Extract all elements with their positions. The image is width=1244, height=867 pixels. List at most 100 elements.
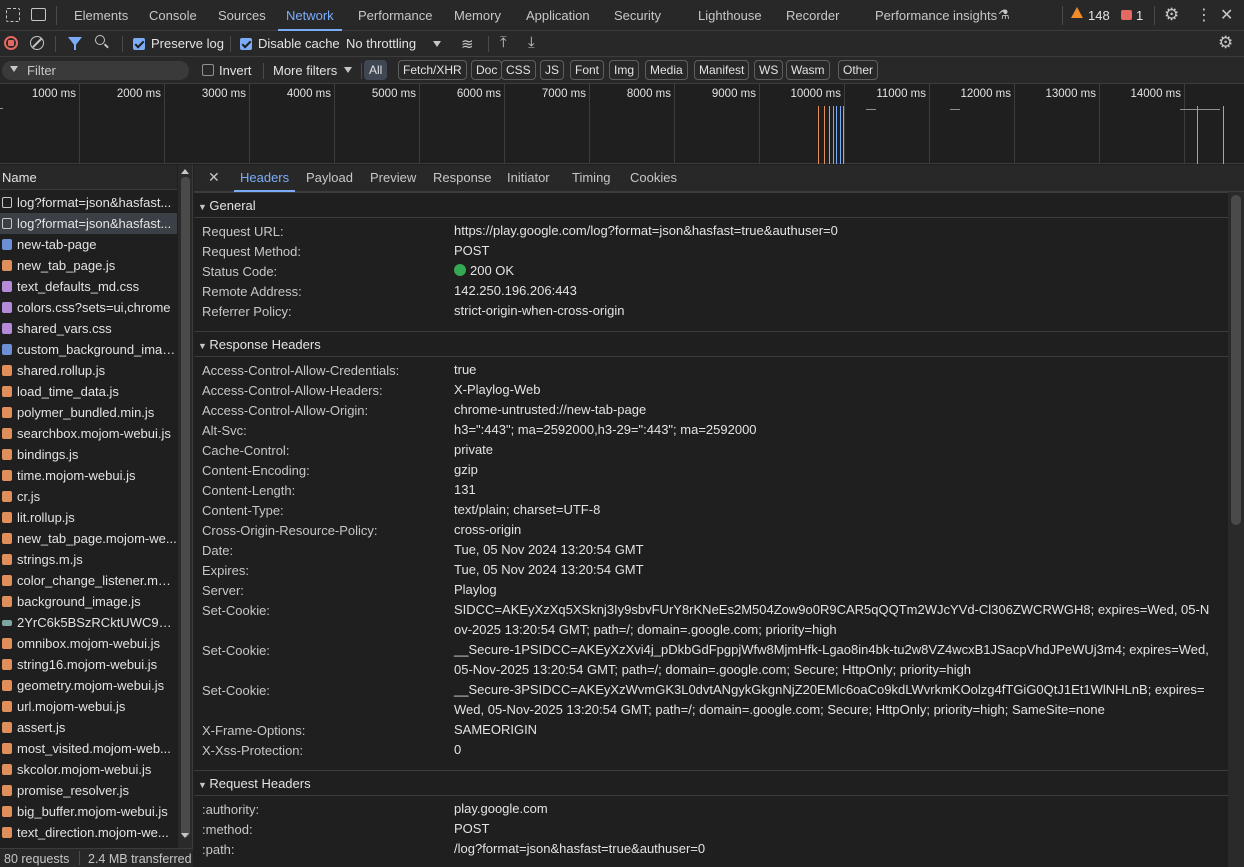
tab-elements[interactable]: Elements	[74, 0, 128, 31]
tab-network[interactable]: Network	[278, 0, 342, 31]
request-row[interactable]: omnibox.mojom-webui.js	[0, 633, 177, 654]
inspect-element-icon[interactable]	[6, 8, 20, 22]
tab-memory[interactable]: Memory	[454, 0, 501, 31]
preserve-log-label[interactable]: Preserve log	[151, 36, 224, 51]
request-row[interactable]: load_time_data.js	[0, 381, 177, 402]
error-icon[interactable]	[1121, 10, 1132, 20]
detail-scroll-thumb[interactable]	[1231, 195, 1241, 525]
request-row[interactable]: lit.rollup.js	[0, 507, 177, 528]
invert-label[interactable]: Invert	[219, 63, 252, 78]
request-row[interactable]: text_defaults_md.css	[0, 276, 177, 297]
request-row[interactable]: most_visited.mojom-web...	[0, 738, 177, 759]
close-detail-icon[interactable]: ✕	[208, 169, 220, 186]
type-filter-doc[interactable]: Doc	[471, 60, 503, 80]
name-column-header[interactable]: Name	[0, 165, 177, 190]
tab-sources[interactable]: Sources	[218, 0, 266, 31]
request-row[interactable]: colors.css?sets=ui,chrome	[0, 297, 177, 318]
request-row[interactable]: polymer_bundled.min.js	[0, 402, 177, 423]
expand-triangle-icon[interactable]: ▼	[198, 780, 209, 790]
detail-tab-payload[interactable]: Payload	[306, 165, 353, 192]
detail-tab-preview[interactable]: Preview	[370, 165, 416, 192]
request-row[interactable]: url.mojom-webui.js	[0, 696, 177, 717]
chevron-down-icon[interactable]	[433, 41, 441, 47]
type-filter-manifest[interactable]: Manifest	[694, 60, 750, 80]
request-row[interactable]: shared_vars.css	[0, 318, 177, 339]
throttling-select[interactable]: No throttling	[346, 36, 416, 51]
timeline-tick-label: 12000 ms	[960, 88, 1011, 100]
network-conditions-icon[interactable]: ≋	[461, 35, 474, 53]
more-filters-button[interactable]: More filters	[273, 63, 337, 78]
request-headers-section-header[interactable]: ▼ Request Headers	[194, 770, 1228, 796]
timeline-dash	[866, 109, 876, 110]
preserve-log-checkbox[interactable]	[133, 38, 145, 50]
invert-checkbox[interactable]	[202, 64, 214, 76]
request-row[interactable]: log?format=json&hasfast...	[0, 192, 177, 213]
request-row[interactable]: background_image.js	[0, 591, 177, 612]
request-list-scroll-thumb[interactable]	[181, 177, 190, 837]
request-row[interactable]: custom_background_imag...	[0, 339, 177, 360]
request-row[interactable]: big_buffer.mojom-webui.js	[0, 801, 177, 822]
tab-application[interactable]: Application	[526, 0, 590, 31]
request-row[interactable]: log?format=json&hasfast...	[0, 213, 177, 234]
tab-performance-insights[interactable]: Performance insights	[875, 0, 997, 31]
request-row[interactable]: new_tab_page.js	[0, 255, 177, 276]
filter-input[interactable]: Filter	[27, 63, 56, 78]
scroll-up-arrow-icon[interactable]	[181, 169, 189, 174]
network-overview-timeline[interactable]: 1000 ms 2000 ms 3000 ms 4000 ms 5000 ms 6000 …	[0, 84, 1244, 164]
chevron-down-icon[interactable]	[344, 67, 352, 73]
request-row[interactable]: strings.m.js	[0, 549, 177, 570]
expand-triangle-icon[interactable]: ▼	[198, 202, 209, 212]
type-filter-all[interactable]: All	[364, 60, 388, 80]
detail-tab-cookies[interactable]: Cookies	[630, 165, 677, 192]
import-har-icon[interactable]: ⤒	[500, 34, 507, 51]
type-filter-img[interactable]: Img	[609, 60, 640, 80]
type-filter-font[interactable]: Font	[570, 60, 605, 80]
expand-triangle-icon[interactable]: ▼	[198, 341, 209, 351]
type-filter-media[interactable]: Media	[645, 60, 688, 80]
request-row[interactable]: bindings.js	[0, 444, 177, 465]
more-options-icon[interactable]: ⋮	[1196, 5, 1212, 25]
general-section-header[interactable]: ▼ General	[194, 192, 1228, 218]
type-filter-fetchxhr[interactable]: Fetch/XHR	[398, 60, 467, 80]
request-row[interactable]: shared.rollup.js	[0, 360, 177, 381]
request-row[interactable]: time.mojom-webui.js	[0, 465, 177, 486]
type-filter-other[interactable]: Other	[838, 60, 879, 80]
type-filter-wasm[interactable]: Wasm	[786, 60, 830, 80]
detail-tab-headers[interactable]: Headers	[233, 165, 296, 192]
detail-tab-response[interactable]: Response	[433, 165, 492, 192]
request-row[interactable]: color_change_listener.moj...	[0, 570, 177, 591]
disable-cache-label[interactable]: Disable cache	[258, 36, 340, 51]
type-filter-css[interactable]: CSS	[501, 60, 536, 80]
tab-security[interactable]: Security	[614, 0, 661, 31]
settings-gear-icon[interactable]: ⚙	[1164, 5, 1179, 25]
request-row[interactable]: new-tab-page	[0, 234, 177, 255]
warning-icon[interactable]	[1071, 7, 1083, 18]
tab-lighthouse[interactable]: Lighthouse	[698, 0, 762, 31]
request-row[interactable]: promise_resolver.js	[0, 780, 177, 801]
errors-count[interactable]: 1	[1136, 8, 1143, 23]
detail-tab-timing[interactable]: Timing	[572, 165, 611, 192]
request-row[interactable]: assert.js	[0, 717, 177, 738]
request-row[interactable]: searchbox.mojom-webui.js	[0, 423, 177, 444]
request-row[interactable]: text_direction.mojom-we...	[0, 822, 177, 843]
request-row[interactable]: 2YrC6k5BSzRCktUWC9HX...	[0, 612, 177, 633]
network-settings-gear-icon[interactable]: ⚙	[1218, 33, 1233, 53]
type-filter-ws[interactable]: WS	[754, 60, 784, 80]
disable-cache-checkbox[interactable]	[240, 38, 252, 50]
warnings-count[interactable]: 148	[1088, 8, 1110, 23]
request-row[interactable]: skcolor.mojom-webui.js	[0, 759, 177, 780]
request-row[interactable]: string16.mojom-webui.js	[0, 654, 177, 675]
response-headers-section-header[interactable]: ▼ Response Headers	[194, 331, 1228, 357]
tab-recorder[interactable]: Recorder	[786, 0, 839, 31]
type-filter-js[interactable]: JS	[540, 60, 565, 80]
tab-performance[interactable]: Performance	[358, 0, 432, 31]
request-row[interactable]: new_tab_page.mojom-we...	[0, 528, 177, 549]
detail-tab-initiator[interactable]: Initiator	[507, 165, 550, 192]
request-row[interactable]: cr.js	[0, 486, 177, 507]
export-har-icon[interactable]: ⤓	[528, 34, 535, 51]
scroll-down-arrow-icon[interactable]	[181, 833, 189, 838]
close-devtools-icon[interactable]: ✕	[1220, 5, 1233, 25]
tab-console[interactable]: Console	[149, 0, 197, 31]
request-row[interactable]: geometry.mojom-webui.js	[0, 675, 177, 696]
device-toolbar-icon[interactable]	[31, 8, 46, 21]
